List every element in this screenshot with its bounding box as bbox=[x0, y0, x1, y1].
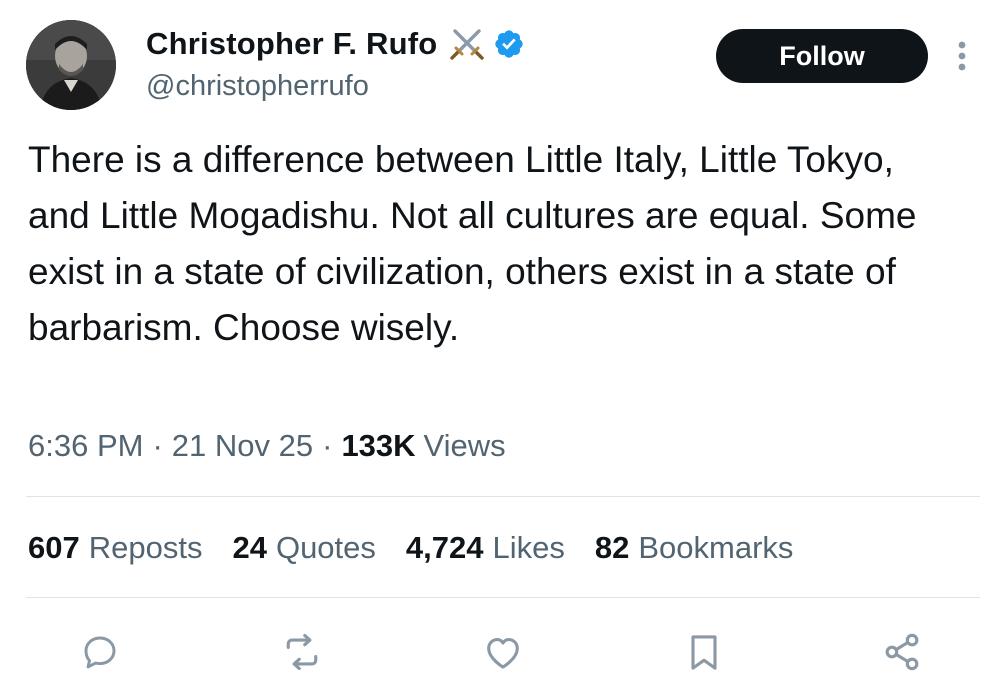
views-label: Views bbox=[423, 428, 506, 463]
author-name-row: Christopher F. Rufo bbox=[146, 24, 525, 64]
divider bbox=[26, 496, 980, 497]
engagement-stats: 607 Reposts 24 Quotes 4,724 Likes 82 Boo… bbox=[28, 530, 823, 566]
crossed-swords-icon bbox=[447, 27, 487, 61]
reply-button[interactable] bbox=[78, 630, 122, 674]
tweet-card: Christopher F. Rufo @christopherrufo Fol… bbox=[0, 0, 1008, 694]
reposts-count: 607 bbox=[28, 530, 80, 565]
author-display-name[interactable]: Christopher F. Rufo bbox=[146, 26, 437, 62]
verified-badge-icon bbox=[493, 28, 525, 60]
stat-bookmarks[interactable]: 82 Bookmarks bbox=[595, 530, 794, 566]
stat-quotes[interactable]: 24 Quotes bbox=[232, 530, 375, 566]
like-icon bbox=[487, 637, 519, 669]
bookmark-button[interactable] bbox=[682, 630, 726, 674]
divider bbox=[26, 597, 980, 598]
likes-label: Likes bbox=[492, 530, 565, 565]
quotes-label: Quotes bbox=[275, 530, 376, 565]
like-button[interactable] bbox=[481, 630, 525, 674]
tweet-meta: 6:36 PM · 21 Nov 25 · 133K Views bbox=[28, 428, 506, 464]
share-button[interactable] bbox=[880, 630, 924, 674]
meta-separator: · bbox=[152, 428, 163, 463]
views-count: 133K bbox=[341, 428, 416, 463]
share-icon bbox=[885, 633, 919, 671]
bookmarks-count: 82 bbox=[594, 530, 630, 565]
tweet-text: There is a difference between Little Ita… bbox=[28, 139, 917, 348]
repost-icon bbox=[286, 633, 318, 671]
bookmark-icon bbox=[691, 635, 717, 670]
avatar-image bbox=[26, 20, 116, 110]
stat-reposts[interactable]: 607 Reposts bbox=[28, 530, 202, 566]
reposts-label: Reposts bbox=[88, 530, 203, 565]
meta-separator: · bbox=[322, 428, 333, 463]
follow-button[interactable]: Follow bbox=[716, 29, 928, 83]
stat-likes[interactable]: 4,724 Likes bbox=[406, 530, 565, 566]
repost-button[interactable] bbox=[280, 630, 324, 674]
avatar[interactable] bbox=[26, 20, 116, 110]
bookmarks-label: Bookmarks bbox=[638, 530, 794, 565]
reply-icon bbox=[84, 636, 116, 669]
tweet-date[interactable]: 21 Nov 25 bbox=[172, 428, 313, 464]
author-handle[interactable]: @christopherrufo bbox=[146, 70, 369, 103]
more-vertical-icon[interactable] bbox=[950, 38, 974, 74]
tweet-time[interactable]: 6:36 PM bbox=[28, 428, 143, 464]
likes-count: 4,724 bbox=[405, 530, 484, 565]
quotes-count: 24 bbox=[232, 530, 267, 565]
